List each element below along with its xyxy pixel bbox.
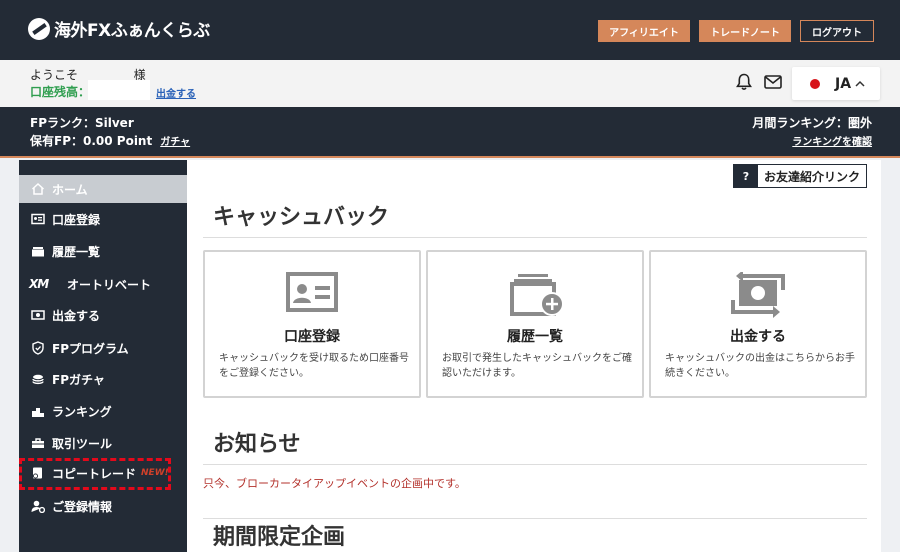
- sidebar-item-label: 出金する: [52, 308, 101, 323]
- sidebar-item-fp-program[interactable]: FPプログラム: [19, 334, 187, 362]
- xm-logo-icon: XM: [29, 277, 49, 291]
- card-icon-wrap: [428, 272, 642, 318]
- card-description: キャッシュバックを受け取るため口座番号をご登録ください。: [219, 353, 409, 379]
- balance-label: 口座残高：: [30, 85, 91, 99]
- language-selector[interactable]: JA: [792, 67, 880, 100]
- withdraw-link[interactable]: 出金する: [156, 85, 196, 100]
- gacha-link[interactable]: ガチャ: [160, 137, 190, 148]
- greeting-text: ようこそ: [30, 68, 79, 82]
- affiliate-button[interactable]: アフィリエイト: [598, 20, 690, 42]
- cashback-title: キャッシュバック: [213, 205, 390, 230]
- logout-button[interactable]: ログアウト: [800, 20, 874, 42]
- news-divider: [203, 464, 867, 465]
- fp-rank: FPランク：Silver: [30, 116, 134, 130]
- bell-icon[interactable]: [736, 73, 752, 91]
- user-settings-icon: [31, 500, 45, 513]
- sidebar-item-copy-trade[interactable]: コピートレード NEW!: [19, 459, 187, 487]
- ranking-link[interactable]: ランキングを確認: [792, 133, 872, 148]
- sidebar-item-fp-gacha[interactable]: FPガチャ: [19, 365, 187, 393]
- limited-title: 期間限定企画: [213, 525, 346, 550]
- cashback-divider: [203, 237, 867, 238]
- sidebar-item-registration-info[interactable]: ご登録情報: [19, 492, 187, 520]
- logo-mark-icon: [28, 17, 50, 40]
- welcome-bar: ようこそ 様 口座残高： 出金する JA: [0, 60, 900, 107]
- logo-text: 海外FXふぁんくらぶ: [54, 21, 210, 41]
- sidebar-item-trade-tools[interactable]: 取引ツール: [19, 429, 187, 457]
- cash-exchange-icon: [731, 272, 785, 318]
- sidebar-item-label: ホーム: [52, 182, 88, 197]
- sidebar-item-label: ご登録情報: [52, 499, 113, 514]
- history-add-icon: [510, 274, 564, 316]
- card-title: 口座登録: [284, 329, 340, 345]
- rank-bar: FPランク：Silver 保有FP：0.00 Point ガチャ 月間ランキング：…: [0, 107, 900, 158]
- sidebar-item-label: 取引ツール: [52, 436, 113, 451]
- history-icon: [32, 247, 44, 257]
- coins-icon: [32, 374, 44, 385]
- sidebar-item-withdraw[interactable]: 出金する: [19, 301, 187, 329]
- news-title: お知らせ: [213, 432, 301, 457]
- podium-icon: [32, 408, 44, 417]
- sidebar-item-label: 口座登録: [52, 212, 101, 227]
- card-account-register[interactable]: 口座登録 キャッシュバックを受け取るため口座番号をご登録ください。: [203, 250, 421, 398]
- home-icon: [31, 182, 45, 195]
- japan-flag-icon: [810, 78, 820, 89]
- sidebar-item-home[interactable]: ホーム: [19, 175, 187, 203]
- site-logo[interactable]: 海外FXふぁんくらぶ: [28, 16, 210, 41]
- card-description: キャッシュバックの出金はこちらからお手続きください。: [665, 353, 855, 379]
- fp-held: 保有FP：0.00 Point: [30, 134, 153, 148]
- mail-icon[interactable]: [764, 75, 782, 89]
- trade-note-button[interactable]: トレードノート: [699, 20, 791, 42]
- card-history[interactable]: 履歴一覧 お取引で発生したキャッシュバックをご確認いただけます。: [426, 250, 644, 398]
- top-header: 海外FXふぁんくらぶ アフィリエイト トレードノート ログアウト: [0, 0, 900, 60]
- cash-icon: [31, 310, 45, 320]
- news-item[interactable]: 只今、ブローカータイアップイベントの企画中です。: [203, 475, 466, 491]
- monthly-ranking: 月間ランキング：圏外: [752, 116, 872, 130]
- id-card-icon: [286, 272, 338, 312]
- sidebar-item-history[interactable]: 履歴一覧: [19, 237, 187, 265]
- sidebar-item-auto-rebate[interactable]: XM オートリベート: [19, 270, 187, 298]
- card-icon-wrap: [651, 272, 865, 318]
- sidebar-item-label: オートリベート: [67, 277, 152, 292]
- sidebar-item-label: ランキング: [52, 404, 112, 419]
- sidebar: ホーム 口座登録 履歴一覧 XM オートリベート 出金する FPプログラム FP…: [19, 160, 187, 552]
- language-label: JA: [835, 75, 852, 92]
- sidebar-item-ranking[interactable]: ランキング: [19, 397, 187, 425]
- fp-held-row: 保有FP：0.00 Point ガチャ: [30, 132, 190, 149]
- card-description: お取引で発生したキャッシュバックをご確認いただけます。: [442, 353, 632, 379]
- sidebar-item-label: コピートレード: [52, 466, 137, 481]
- referral-label: お友達紹介リンク: [764, 169, 861, 184]
- help-icon: ?: [734, 165, 758, 187]
- sidebar-item-label: 履歴一覧: [52, 244, 101, 259]
- toolbox-icon: [32, 438, 44, 448]
- referral-link-button[interactable]: ? お友達紹介リンク: [733, 164, 867, 188]
- card-withdraw[interactable]: 出金する キャッシュバックの出金はこちらからお手続きください。: [649, 250, 867, 398]
- card-title: 出金する: [730, 329, 786, 345]
- id-card-icon: [31, 213, 45, 225]
- copy-trade-icon: [33, 467, 42, 479]
- card-title: 履歴一覧: [507, 329, 563, 345]
- shield-icon: [32, 341, 44, 355]
- sidebar-item-account-register[interactable]: 口座登録: [19, 205, 187, 233]
- balance-value: [88, 80, 150, 100]
- chevron-up-icon: [855, 80, 865, 87]
- card-icon-wrap: [205, 272, 419, 318]
- new-badge: NEW!: [141, 468, 169, 478]
- sidebar-item-label: FPガチャ: [52, 372, 105, 387]
- sidebar-item-label: FPプログラム: [52, 341, 129, 356]
